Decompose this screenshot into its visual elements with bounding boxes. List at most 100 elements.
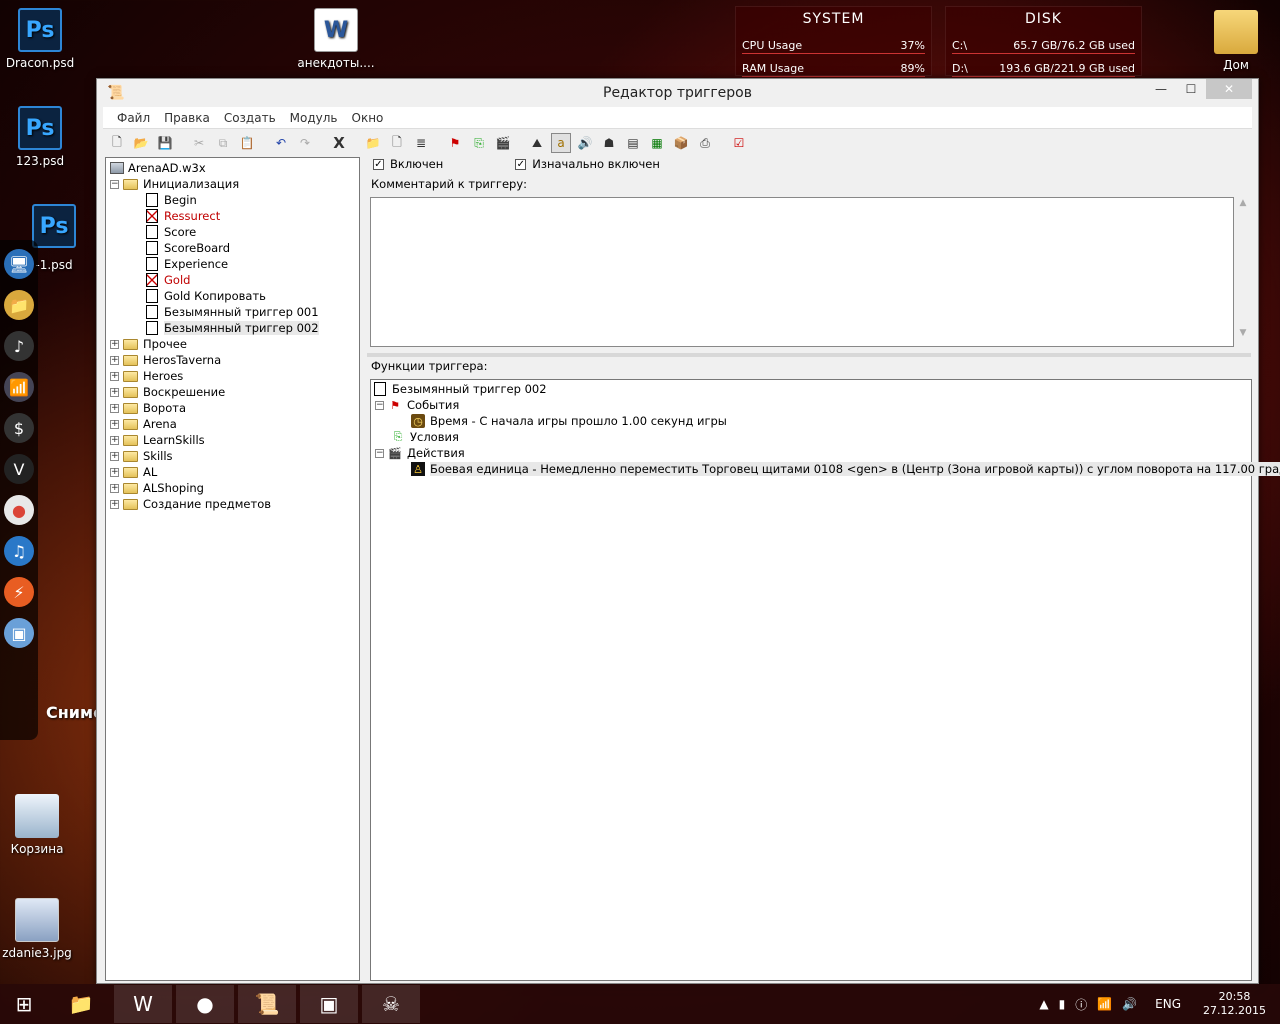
cut-icon[interactable]: ✂ [189,133,209,153]
music-icon[interactable]: ♫ [4,536,34,566]
info-icon[interactable]: ⓘ [1075,996,1087,1013]
comment-textarea[interactable]: ▲ ▼ [370,197,1246,347]
trigger-name-node[interactable]: Безымянный триггер 002 [373,381,547,397]
comment-scrollbar[interactable]: ▲ ▼ [1235,198,1251,348]
tree-folder[interactable]: + Воскрешение [110,384,225,400]
collapse-icon[interactable]: − [375,448,384,458]
events-node[interactable]: − ⚑ События [375,397,459,413]
test-map-icon[interactable]: ⎙ [695,133,715,153]
chrome-icon[interactable]: ● [4,495,34,525]
desktop-icon-123[interactable]: Ps 123.psd [0,106,80,168]
new-trigger-icon[interactable]: 🗋 [387,133,407,153]
desktop-icon-dracon[interactable]: Ps Dracon.psd [0,8,80,70]
tree-folder[interactable]: + AL [110,464,157,480]
new-category-icon[interactable]: 📁 [363,133,383,153]
tree-folder-init[interactable]: − Инициализация [110,176,239,192]
menu-window[interactable]: Окно [352,111,384,125]
tree-folder[interactable]: + Создание предметов [110,496,271,512]
start-button[interactable]: ⊞ [0,985,48,1023]
collapse-icon[interactable]: − [110,179,119,189]
paste-icon[interactable]: 📋 [237,133,257,153]
folder-icon[interactable]: 📁 [4,290,34,320]
tree-folder[interactable]: + Heroes [110,368,183,384]
tree-folder[interactable]: + Arena [110,416,177,432]
menu-create[interactable]: Создать [224,111,276,125]
expand-icon[interactable]: + [110,403,119,413]
collapse-icon[interactable]: − [375,400,384,410]
tree-folder[interactable]: + LearnSkills [110,432,205,448]
enabled-checkbox[interactable]: ✓ [373,158,384,170]
warcraft-icon[interactable]: W [114,985,172,1023]
chrome-icon[interactable]: ● [176,985,234,1023]
media-player-icon[interactable]: ♪ [4,331,34,361]
panel-splitter[interactable] [367,353,1251,357]
flash-icon[interactable]: ⚡ [4,577,34,607]
expand-icon[interactable]: + [110,483,119,493]
expand-icon[interactable]: + [110,355,119,365]
maximize-button[interactable]: ☐ [1176,79,1206,99]
tree-folder[interactable]: + Skills [110,448,173,464]
menu-module[interactable]: Модуль [290,111,338,125]
tree-trigger-experience[interactable]: Experience [146,256,228,272]
show-hidden-icons-icon[interactable]: ▲ [1039,997,1048,1011]
trigger-editor-icon[interactable]: a [551,133,571,153]
new-event-icon[interactable]: ⚑ [445,133,465,153]
screenshot-icon[interactable]: ▣ [4,618,34,648]
new-condition-icon[interactable]: ⎘ [469,133,489,153]
computer-icon[interactable]: 🖥 [4,249,34,279]
tree-trigger-002[interactable]: Безымянный триггер 002 [146,320,319,336]
tree-trigger-score[interactable]: Score [146,224,196,240]
tree-root[interactable]: ArenaAD.w3x [110,160,206,176]
file-explorer-icon[interactable]: 📁 [52,985,110,1023]
tree-trigger-001[interactable]: Безымянный триггер 001 [146,304,319,320]
campaign-editor-icon[interactable]: ▤ [623,133,643,153]
money-icon[interactable]: $ [4,413,34,443]
redo-icon[interactable]: ↷ [295,133,315,153]
conditions-node[interactable]: ⎘ Условия [391,429,459,445]
new-comment-icon[interactable]: ≣ [411,133,431,153]
tree-trigger-gold[interactable]: Gold [146,272,190,288]
object-manager-icon[interactable]: ☑ [729,133,749,153]
tree-trigger-scoreboard[interactable]: ScoreBoard [146,240,230,256]
expand-icon[interactable]: + [110,387,119,397]
object-editor-icon[interactable]: ☗ [599,133,619,153]
expand-icon[interactable]: + [110,467,119,477]
tree-folder[interactable]: + ALShoping [110,480,204,496]
desktop-icon-dom[interactable]: Дом [1196,10,1276,72]
photo-viewer-icon[interactable]: ▣ [300,985,358,1023]
desktop-icon-zdanie[interactable]: zdanie3.jpg [0,898,77,960]
ai-editor-icon[interactable]: ▦ [647,133,667,153]
warcraft-frozen-throne-icon[interactable]: ☠ [362,985,420,1023]
tree-folder[interactable]: + Прочее [110,336,187,352]
action-item[interactable]: ♙ Боевая единица - Немедленно переместит… [411,461,1280,477]
trigger-functions-tree[interactable]: Безымянный триггер 002 − ⚑ События ◷ Вре… [370,379,1280,981]
network-icon[interactable]: 📶 [4,372,34,402]
title-bar[interactable]: 📜 Редактор триггеров — ☐ ✕ [97,79,1258,107]
tree-folder[interactable]: + Ворота [110,400,186,416]
delete-icon[interactable]: X [329,133,349,153]
expand-icon[interactable]: + [110,339,119,349]
network-signal-icon[interactable]: 📶 [1097,997,1112,1011]
volume-icon[interactable]: 🔊 [1122,997,1137,1011]
clock[interactable]: 20:58 27.12.2015 [1203,990,1266,1018]
expand-icon[interactable]: + [110,499,119,509]
menu-edit[interactable]: Правка [164,111,210,125]
desktop-icon-recycle-bin[interactable]: Корзина [0,794,77,856]
import-manager-icon[interactable]: 📦 [671,133,691,153]
expand-icon[interactable]: + [110,451,119,461]
open-icon[interactable]: 📂 [131,133,151,153]
tree-trigger-ressurect[interactable]: Ressurect [146,208,220,224]
terrain-editor-icon[interactable]: ⛰ [527,133,547,153]
close-button[interactable]: ✕ [1206,79,1252,99]
new-icon[interactable]: 🗋 [107,133,127,153]
language-indicator[interactable]: ENG [1155,997,1181,1011]
tree-trigger-gold-copy[interactable]: Gold Копировать [146,288,266,304]
world-editor-icon[interactable]: 📜 [238,985,296,1023]
trigger-tree[interactable]: ArenaAD.w3x − Инициализация Begin Ressur… [105,157,360,981]
event-item[interactable]: ◷ Время - С начала игры прошло 1.00 секу… [411,413,727,429]
initially-enabled-checkbox[interactable]: ✓ [515,158,527,170]
copy-icon[interactable]: ⧉ [213,133,233,153]
undo-icon[interactable]: ↶ [271,133,291,153]
tree-trigger-begin[interactable]: Begin [146,192,197,208]
menu-file[interactable]: Файл [117,111,150,125]
